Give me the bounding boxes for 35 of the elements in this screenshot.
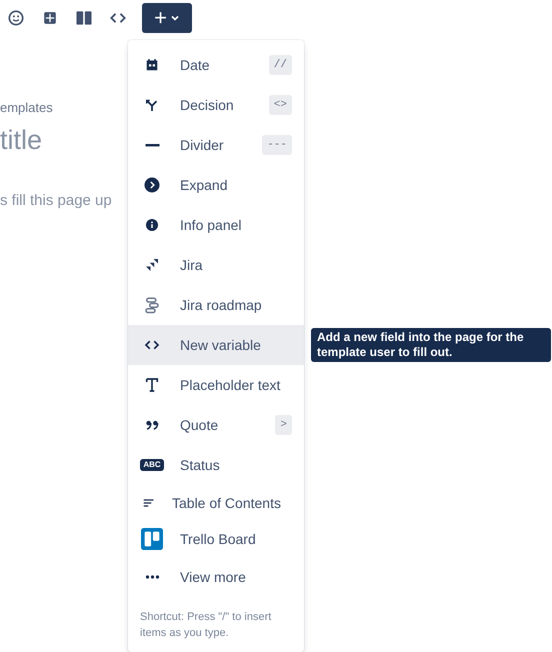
menu-item[interactable]: Divider ---: [128, 125, 304, 165]
body-text: s fill this page up: [0, 192, 112, 209]
insert-button[interactable]: +: [142, 3, 192, 33]
menu-item[interactable]: View more: [128, 557, 304, 597]
menu-item[interactable]: Info panel: [128, 205, 304, 245]
menu-item[interactable]: Jira roadmap: [128, 285, 304, 325]
emoji-icon: [8, 10, 24, 26]
shortcut-hint: ---: [262, 134, 292, 156]
board-icon: [141, 528, 163, 550]
breadcrumb-text: emplates: [0, 100, 53, 115]
text-icon: [143, 376, 161, 394]
layout-icon: [76, 11, 92, 25]
chevron-circle-icon: [143, 176, 161, 194]
menu-item[interactable]: Table of Contents: [128, 485, 304, 521]
menu-item[interactable]: Trello Board: [128, 521, 304, 557]
menu-item[interactable]: Jira: [128, 245, 304, 285]
tooltip: Add a new field into the page for the template user to fill out.: [311, 328, 551, 362]
info-icon: [143, 216, 161, 234]
shortcut-hint: <>: [268, 94, 292, 116]
shortcut-hint: >: [275, 414, 292, 436]
caret-icon: [171, 16, 178, 21]
menu-item[interactable]: Placeholder text: [128, 365, 304, 405]
roadmap-bars-icon: [143, 296, 161, 314]
menu-item[interactable]: Expand: [128, 165, 304, 205]
shortcut-tip: Shortcut: Press "/" to insert items as you type.: [140, 611, 272, 639]
menu-item[interactable]: ABC Status: [128, 445, 304, 485]
more-icon: [144, 575, 160, 579]
shortcut-hint: //: [268, 54, 292, 76]
code-icon: [110, 12, 126, 24]
menu-item[interactable]: Decision <>: [128, 85, 304, 125]
menu-item[interactable]: Quote >: [128, 405, 304, 445]
page-title: title: [0, 124, 42, 154]
menu-item[interactable]: Date //: [128, 45, 304, 85]
menu-item[interactable]: New variable: [128, 325, 304, 365]
status-icon: ABC: [140, 459, 164, 471]
